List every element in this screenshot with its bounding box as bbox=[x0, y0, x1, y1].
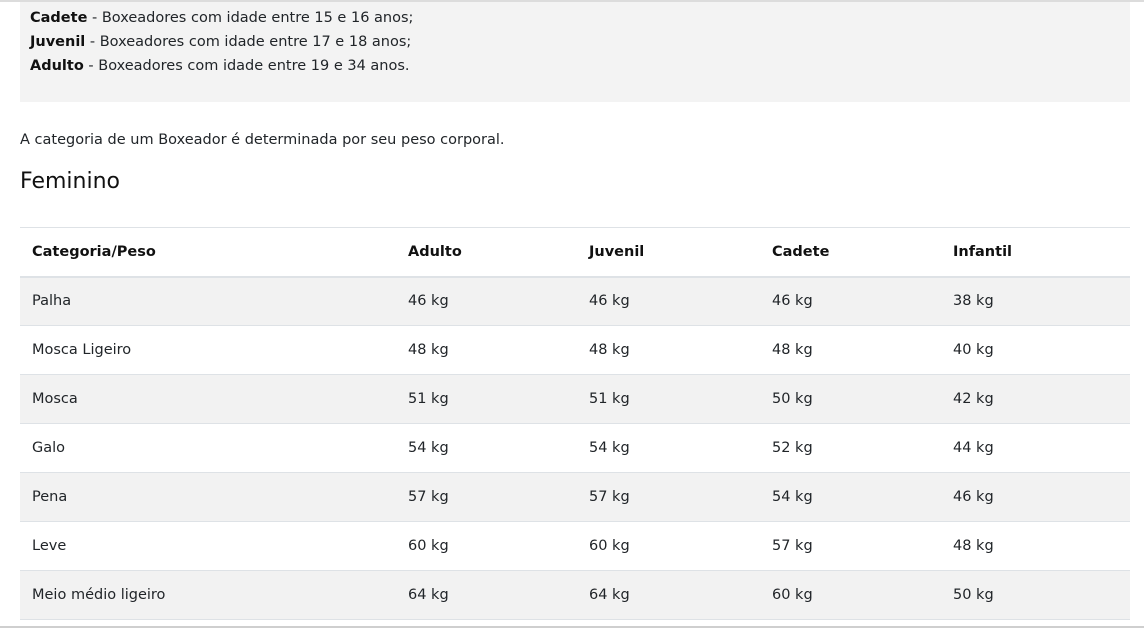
table-row: Leve 60 kg 60 kg 57 kg 48 kg bbox=[20, 522, 1130, 571]
age-category-desc: - Boxeadores com idade entre 15 e 16 ano… bbox=[87, 10, 414, 26]
table-cell: 48 kg bbox=[953, 538, 994, 554]
table-cell: Meio médio ligeiro bbox=[32, 587, 166, 603]
table-cell: Pena bbox=[32, 489, 68, 505]
table-cell: 57 kg bbox=[772, 538, 813, 554]
table-row: Palha 46 kg 46 kg 46 kg 38 kg bbox=[20, 276, 1130, 326]
table-cell: 60 kg bbox=[772, 587, 813, 603]
table-row: Meio médio ligeiro 64 kg 64 kg 60 kg 50 … bbox=[20, 570, 1130, 620]
table-cell: 42 kg bbox=[953, 391, 994, 407]
table-cell: 46 kg bbox=[408, 293, 449, 310]
table-cell: Leve bbox=[32, 538, 67, 554]
age-category-name: Adulto bbox=[30, 58, 84, 74]
table-cell: 48 kg bbox=[589, 342, 630, 358]
header-adulto: Adulto bbox=[408, 243, 462, 260]
table-cell: 48 kg bbox=[408, 342, 449, 358]
table-header-row: Categoria/Peso Adulto Juvenil Cadete Inf… bbox=[20, 227, 1130, 277]
table-cell: 48 kg bbox=[772, 342, 813, 358]
table-cell: 44 kg bbox=[953, 440, 994, 456]
table-cell: 54 kg bbox=[589, 440, 630, 456]
age-category-desc: - Boxeadores com idade entre 17 e 18 ano… bbox=[85, 34, 412, 50]
table-cell: 46 kg bbox=[953, 489, 994, 505]
table-row: Mosca 51 kg 51 kg 50 kg 42 kg bbox=[20, 374, 1130, 424]
age-category-name: Cadete bbox=[30, 10, 88, 26]
table-cell: 60 kg bbox=[589, 538, 630, 554]
table-row: Pena 57 kg 57 kg 54 kg 46 kg bbox=[20, 472, 1130, 522]
table-cell: 46 kg bbox=[772, 293, 813, 310]
table-cell: 64 kg bbox=[408, 587, 449, 603]
age-category-juvenil: Juvenil - Boxeadores com idade entre 17 … bbox=[30, 30, 411, 54]
table-cell: 64 kg bbox=[589, 587, 630, 603]
table-cell: 52 kg bbox=[772, 440, 813, 456]
header-juvenil: Juvenil bbox=[589, 243, 645, 260]
table-cell: 50 kg bbox=[772, 391, 813, 407]
table-cell: 54 kg bbox=[408, 440, 449, 456]
age-category-desc: - Boxeadores com idade entre 19 e 34 ano… bbox=[83, 58, 410, 74]
table-cell: Mosca bbox=[32, 391, 78, 407]
section-title: Feminino bbox=[20, 169, 120, 194]
table-cell: 50 kg bbox=[953, 587, 994, 603]
weight-table: Categoria/Peso Adulto Juvenil Cadete Inf… bbox=[20, 227, 1130, 620]
table-cell: 40 kg bbox=[953, 342, 994, 358]
table-cell: 38 kg bbox=[953, 293, 994, 310]
table-cell: Mosca Ligeiro bbox=[32, 342, 132, 358]
intro-text: A categoria de um Boxeador é determinada… bbox=[20, 132, 505, 148]
header-cadete: Cadete bbox=[772, 243, 830, 260]
age-category-name: Juvenil bbox=[30, 34, 86, 50]
age-category-cadete: Cadete - Boxeadores com idade entre 15 e… bbox=[30, 6, 413, 30]
table-cell: 51 kg bbox=[408, 391, 449, 407]
table-row: Mosca Ligeiro 48 kg 48 kg 48 kg 40 kg bbox=[20, 326, 1130, 375]
header-infantil: Infantil bbox=[953, 243, 1013, 260]
age-category-adulto: Adulto - Boxeadores com idade entre 19 e… bbox=[30, 54, 410, 78]
table-cell: 60 kg bbox=[408, 538, 449, 554]
table-cell: 46 kg bbox=[589, 293, 630, 310]
table-cell: 57 kg bbox=[408, 489, 449, 505]
table-cell: Galo bbox=[32, 440, 66, 456]
age-categories-box: Cadete - Boxeadores com idade entre 15 e… bbox=[20, 2, 1130, 102]
table-cell: 57 kg bbox=[589, 489, 630, 505]
table-row: Galo 54 kg 54 kg 52 kg 44 kg bbox=[20, 424, 1130, 473]
table-cell: 54 kg bbox=[772, 489, 813, 505]
table-cell: 51 kg bbox=[589, 391, 630, 407]
header-categoria-peso: Categoria/Peso bbox=[32, 243, 156, 260]
table-cell: Palha bbox=[32, 293, 72, 310]
